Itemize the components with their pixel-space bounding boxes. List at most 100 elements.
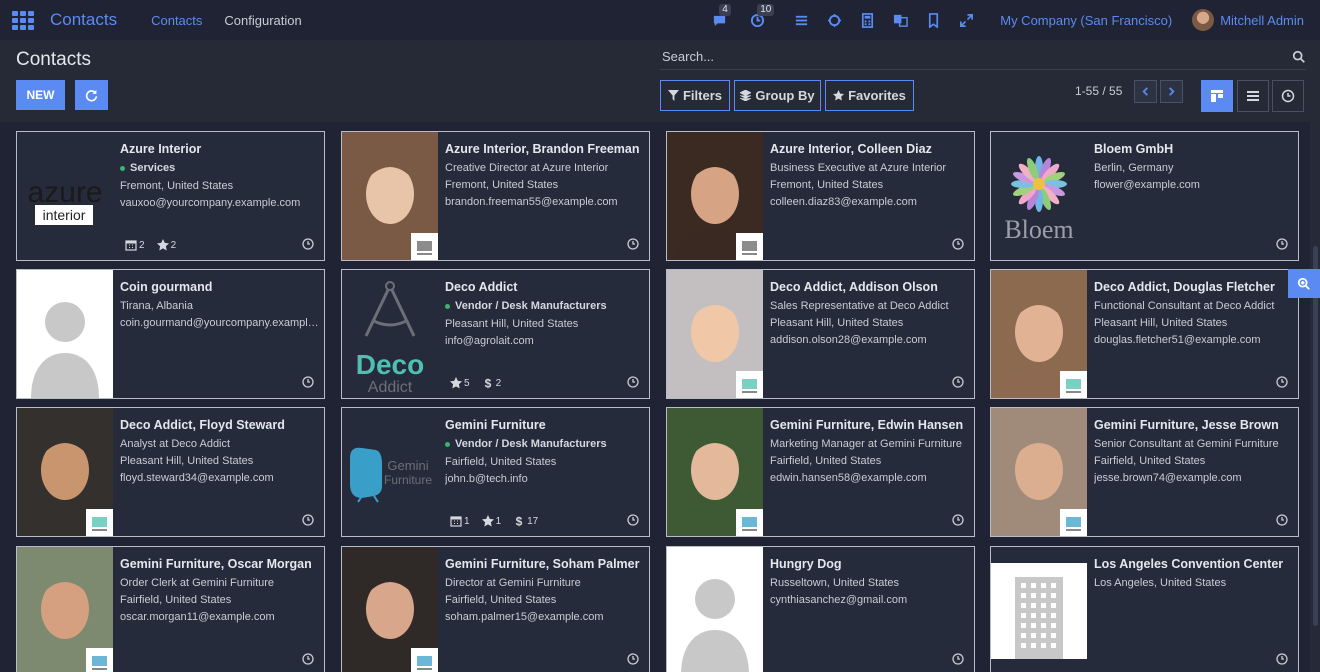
contact-card[interactable]: Hungry Dog Russeltown, United States cynth…: [666, 546, 975, 672]
contact-card[interactable]: Deco Addict, Addison Olson Sales Represen…: [666, 269, 975, 399]
contact-card[interactable]: Deco Addict, Douglas Fletcher Functional …: [990, 269, 1299, 399]
pager-value[interactable]: 1-55 / 55: [1075, 84, 1122, 98]
favorites-button[interactable]: Favorites: [825, 80, 914, 111]
activity-clock-icon[interactable]: [952, 514, 964, 526]
top-navbar: Contacts Contacts Configuration 4 10 My: [0, 0, 1320, 40]
contact-tag: Vendor / Desk Manufacturers: [445, 300, 645, 312]
calendar-stat[interactable]: 1: [450, 515, 470, 527]
zoom-in-icon: [1297, 277, 1310, 290]
dollar-stat[interactable]: $17: [513, 515, 538, 527]
star-stat[interactable]: 5: [450, 377, 470, 389]
fullscreen-icon[interactable]: [958, 12, 974, 28]
messaging-icon[interactable]: 4: [711, 4, 731, 28]
contact-detail: Fremont, United States: [770, 179, 884, 191]
apps-menu-icon[interactable]: [12, 11, 34, 30]
contact-tag: Vendor / Desk Manufacturers: [445, 438, 645, 450]
activity-clock-icon[interactable]: [1276, 376, 1288, 388]
contact-card[interactable]: azure interior Azure Interior Services Fremo…: [16, 131, 325, 261]
bookmark-icon[interactable]: [925, 12, 941, 28]
contact-card[interactable]: Gemini Furniture, Soham Palmer Director a…: [341, 546, 650, 672]
activity-clock-icon[interactable]: [1276, 653, 1288, 665]
contact-tag: Services: [120, 162, 320, 174]
layers-icon: [740, 90, 752, 101]
list-toggle-icon[interactable]: [793, 12, 809, 28]
activity-clock-icon[interactable]: [627, 653, 639, 665]
activity-clock-icon[interactable]: [627, 238, 639, 250]
company-logo-icon: [86, 648, 113, 672]
activity-clock-icon[interactable]: [1276, 514, 1288, 526]
activity-clock-icon[interactable]: [302, 653, 314, 665]
activity-view-button[interactable]: [1272, 80, 1304, 112]
svg-text:Gemini: Gemini: [387, 458, 428, 473]
filters-button[interactable]: Filters: [660, 80, 730, 111]
contact-name: Gemini Furniture, Soham Palmer: [445, 557, 640, 571]
contact-detail: john.b@tech.info: [445, 473, 528, 485]
activity-clock-icon[interactable]: [952, 238, 964, 250]
activity-clock-icon[interactable]: [302, 376, 314, 388]
calculator-icon[interactable]: [859, 12, 875, 28]
menu-configuration[interactable]: Configuration: [224, 13, 301, 28]
activity-clock-icon[interactable]: [302, 514, 314, 526]
activity-clock-icon[interactable]: [952, 653, 964, 665]
bug-icon[interactable]: [826, 12, 842, 28]
contact-card[interactable]: Deco Addict Deco Addict Vendor / Desk Manuf…: [341, 269, 650, 399]
contact-card[interactable]: Coin gourmand Tirana, Albania coin.gourman…: [16, 269, 325, 399]
refresh-button[interactable]: [75, 80, 108, 110]
contact-card[interactable]: Gemini Furniture Gemini Furniture Vendor / …: [341, 407, 650, 537]
contact-card[interactable]: Los Angeles Convention Center Los Angeles…: [990, 546, 1299, 672]
contact-card[interactable]: Azure Interior, Colleen Diaz Business Exe…: [666, 131, 975, 261]
list-icon: [1247, 91, 1259, 101]
contact-name: Gemini Furniture: [445, 418, 546, 432]
contact-card[interactable]: Gemini Furniture, Oscar Morgan Order Cler…: [16, 546, 325, 672]
contact-card[interactable]: Gemini Furniture, Edwin Hansen Marketing …: [666, 407, 975, 537]
contact-card[interactable]: Gemini Furniture, Jesse Brown Senior Cons…: [990, 407, 1299, 537]
activity-clock-icon[interactable]: [952, 376, 964, 388]
contact-detail: colleen.diaz83@example.com: [770, 196, 917, 208]
contact-card[interactable]: Azure Interior, Brandon Freeman Creative …: [341, 131, 650, 261]
dollar-stat[interactable]: $2: [482, 377, 501, 389]
pager-previous-button[interactable]: [1134, 80, 1157, 103]
contact-detail: douglas.fletcher51@example.com: [1094, 334, 1261, 346]
activity-clock-icon[interactable]: [302, 238, 314, 250]
contact-detail: Tirana, Albania: [120, 300, 193, 312]
contact-detail: Berlin, Germany: [1094, 162, 1174, 174]
app-title[interactable]: Contacts: [50, 10, 117, 30]
contact-name: Los Angeles Convention Center: [1094, 557, 1284, 571]
contact-detail: coin.gourmand@yourcompany.example.com: [120, 317, 320, 329]
chevron-left-icon: [1142, 87, 1148, 96]
group-by-button[interactable]: Group By: [734, 80, 821, 111]
new-button[interactable]: NEW: [16, 80, 65, 110]
star-stat[interactable]: 2: [156, 239, 176, 251]
contact-card[interactable]: Deco Addict, Floyd Steward Analyst at Dec…: [16, 407, 325, 537]
search-icon[interactable]: [1292, 50, 1306, 64]
kanban-view-button[interactable]: [1201, 80, 1233, 112]
contact-detail: Fairfield, United States: [1094, 455, 1206, 467]
scrollbar[interactable]: [1310, 122, 1320, 672]
pager-next-button[interactable]: [1160, 80, 1183, 103]
svg-text:interior: interior: [43, 207, 86, 223]
contact-name: Gemini Furniture, Edwin Hansen: [770, 418, 964, 432]
activity-clock-icon[interactable]: [627, 376, 639, 388]
calendar-stat[interactable]: 2: [125, 239, 145, 251]
contact-card[interactable]: Bloem Bloem GmbH Berlin, Germany flower@exa…: [990, 131, 1299, 261]
zoom-button[interactable]: [1288, 269, 1320, 298]
azure-logo-image: azure interior: [17, 132, 113, 260]
translate-icon[interactable]: [892, 12, 908, 28]
contact-detail: Pleasant Hill, United States: [120, 455, 254, 467]
contact-detail: Creative Director at Azure Interior: [445, 162, 609, 174]
contact-detail: flower@example.com: [1094, 179, 1200, 191]
search-input[interactable]: [660, 49, 1260, 64]
list-view-button[interactable]: [1237, 80, 1269, 112]
placeholder-avatar: [17, 270, 113, 398]
user-menu[interactable]: Mitchell Admin: [1192, 9, 1304, 31]
activity-clock-icon[interactable]: 10: [749, 4, 775, 28]
contact-detail: addison.olson28@example.com: [770, 334, 927, 346]
activity-clock-icon[interactable]: [627, 514, 639, 526]
menu-contacts[interactable]: Contacts: [151, 13, 202, 28]
contact-detail: Director at Gemini Furniture: [445, 577, 581, 589]
star-stat[interactable]: 1: [481, 515, 501, 527]
activity-clock-icon[interactable]: [1276, 238, 1288, 250]
company-switcher[interactable]: My Company (San Francisco): [1000, 13, 1172, 28]
contact-detail: Fairfield, United States: [120, 594, 232, 606]
contact-name: Gemini Furniture, Jesse Brown: [1094, 418, 1279, 432]
